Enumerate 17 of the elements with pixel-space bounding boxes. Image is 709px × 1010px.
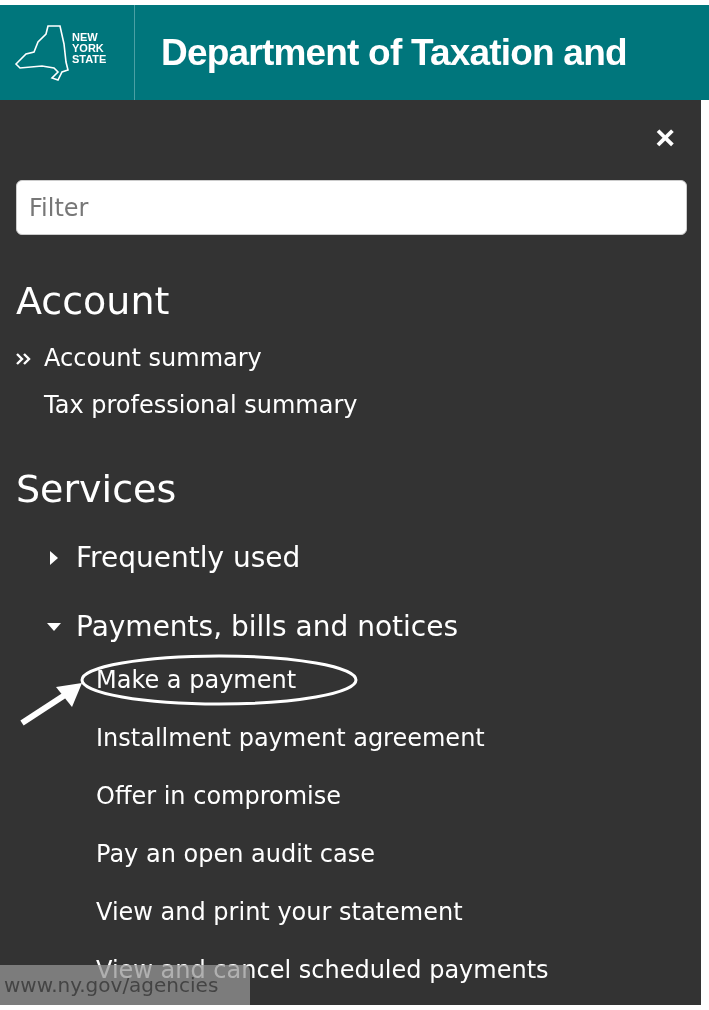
section-heading: Account [16, 279, 171, 323]
site-title: Department of Taxation and [161, 31, 627, 74]
section-heading: Services [16, 467, 178, 511]
logo-text: STATE [72, 53, 107, 65]
menu-link[interactable]: Account summary [44, 335, 262, 382]
logo-text: YORK [72, 42, 105, 54]
menu-link[interactable]: Offer in compromise [96, 767, 342, 825]
pointer-arrow [18, 681, 84, 727]
filter-field[interactable]: Filter [16, 180, 687, 235]
menu-link[interactable]: Pay an open audit case [96, 825, 376, 883]
close-button[interactable]: × [653, 122, 677, 152]
menu-group[interactable]: Frequently used [76, 523, 301, 592]
state-outline-icon [12, 23, 72, 82]
logo-text: NEW [72, 31, 99, 43]
menu-link[interactable]: View and print your statement [96, 883, 463, 941]
menu-link[interactable]: Tax professional summary [44, 382, 358, 429]
menu-link[interactable]: Installment payment agreement [96, 709, 485, 767]
